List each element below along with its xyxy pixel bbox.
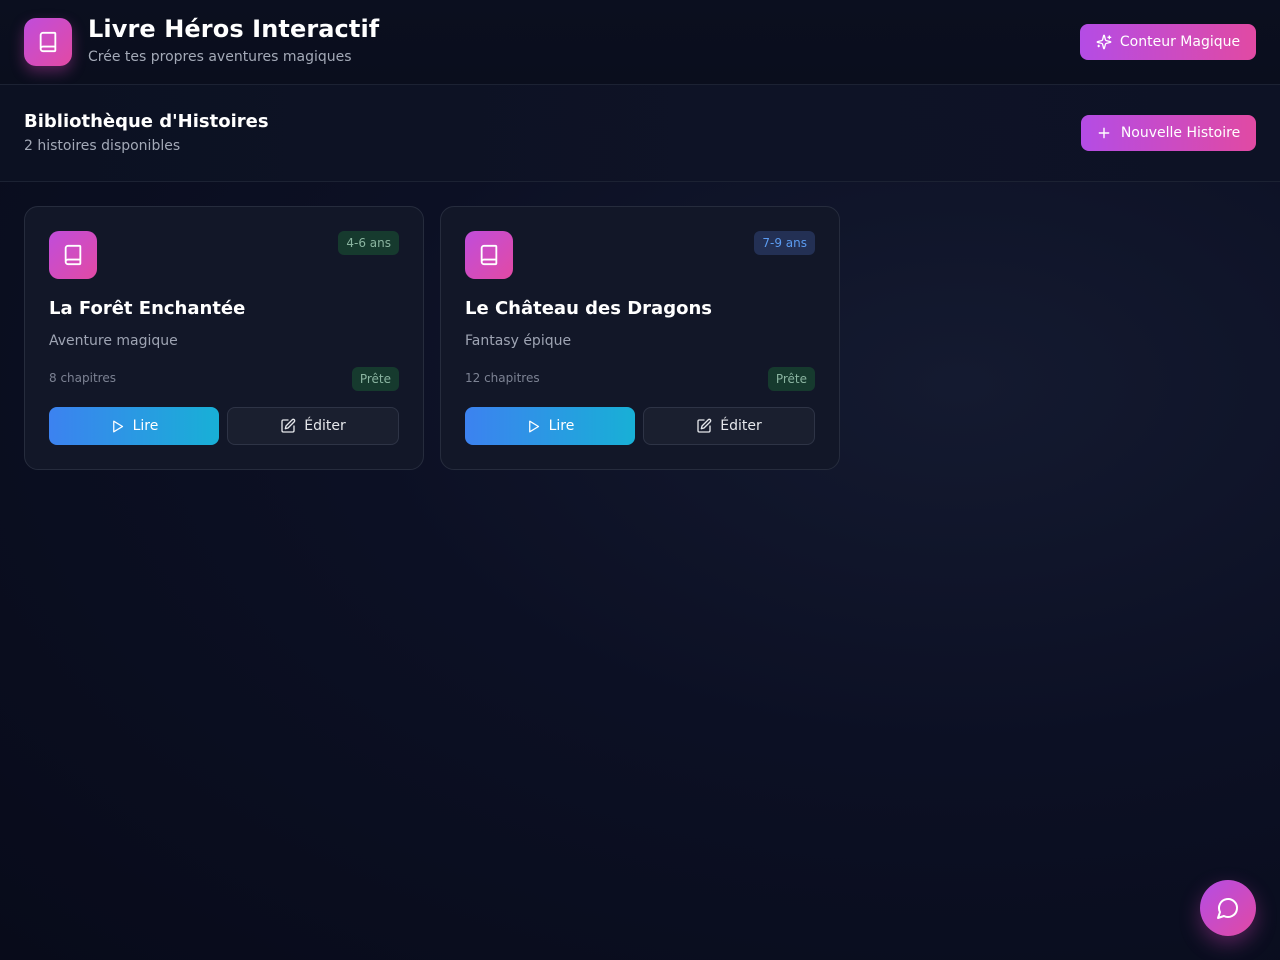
sparkles-icon	[1096, 34, 1112, 50]
app-subtitle: Crée tes propres aventures magiques	[88, 49, 352, 65]
edit-button[interactable]: Éditer	[643, 407, 815, 445]
age-badge: 7-9 ans	[754, 231, 815, 255]
story-grid: 4-6 ans La Forêt Enchantée Aventure magi…	[24, 206, 840, 470]
play-icon	[110, 419, 125, 434]
story-title: La Forêt Enchantée	[49, 298, 246, 319]
story-card: 7-9 ans Le Château des Dragons Fantasy é…	[440, 206, 840, 470]
status-badge: Prête	[767, 367, 815, 391]
story-title: Le Château des Dragons	[465, 298, 712, 319]
edit-icon	[696, 418, 712, 434]
chat-bubble-icon	[1216, 896, 1240, 920]
story-genre: Aventure magique	[49, 333, 178, 349]
new-story-button-label: Nouvelle Histoire	[1120, 125, 1241, 141]
edit-button-label: Éditer	[720, 418, 762, 434]
read-button[interactable]: Lire	[465, 407, 635, 445]
story-card: 4-6 ans La Forêt Enchantée Aventure magi…	[24, 206, 424, 470]
edit-button-label: Éditer	[304, 418, 346, 434]
plus-icon	[1097, 126, 1111, 140]
app-logo	[24, 18, 72, 66]
status-badge: Prête	[351, 367, 399, 391]
story-cover	[465, 231, 513, 279]
book-icon	[37, 31, 59, 53]
library-count: 2 histoires disponibles	[24, 138, 181, 154]
app-title: Livre Héros Interactif	[88, 15, 380, 43]
library-header: Bibliothèque d'Histoires 2 histoires dis…	[0, 85, 1280, 182]
age-badge: 4-6 ans	[338, 231, 399, 255]
storyteller-button-label: Conteur Magique	[1119, 34, 1241, 50]
edit-button[interactable]: Éditer	[227, 407, 399, 445]
storyteller-button[interactable]: Conteur Magique	[1080, 24, 1256, 60]
read-button-label: Lire	[548, 418, 575, 434]
read-button-label: Lire	[132, 418, 159, 434]
library-title: Bibliothèque d'Histoires	[24, 111, 269, 132]
book-icon	[62, 244, 84, 266]
play-icon	[526, 419, 541, 434]
story-genre: Fantasy épique	[465, 333, 572, 349]
book-icon	[478, 244, 500, 266]
chat-button[interactable]	[1200, 880, 1256, 936]
chapter-count: 8 chapitres	[49, 371, 116, 385]
new-story-button[interactable]: Nouvelle Histoire	[1081, 115, 1256, 151]
app-header: Livre Héros Interactif Crée tes propres …	[0, 0, 1280, 85]
edit-icon	[280, 418, 296, 434]
chapter-count: 12 chapitres	[465, 371, 540, 385]
read-button[interactable]: Lire	[49, 407, 219, 445]
story-cover	[49, 231, 97, 279]
